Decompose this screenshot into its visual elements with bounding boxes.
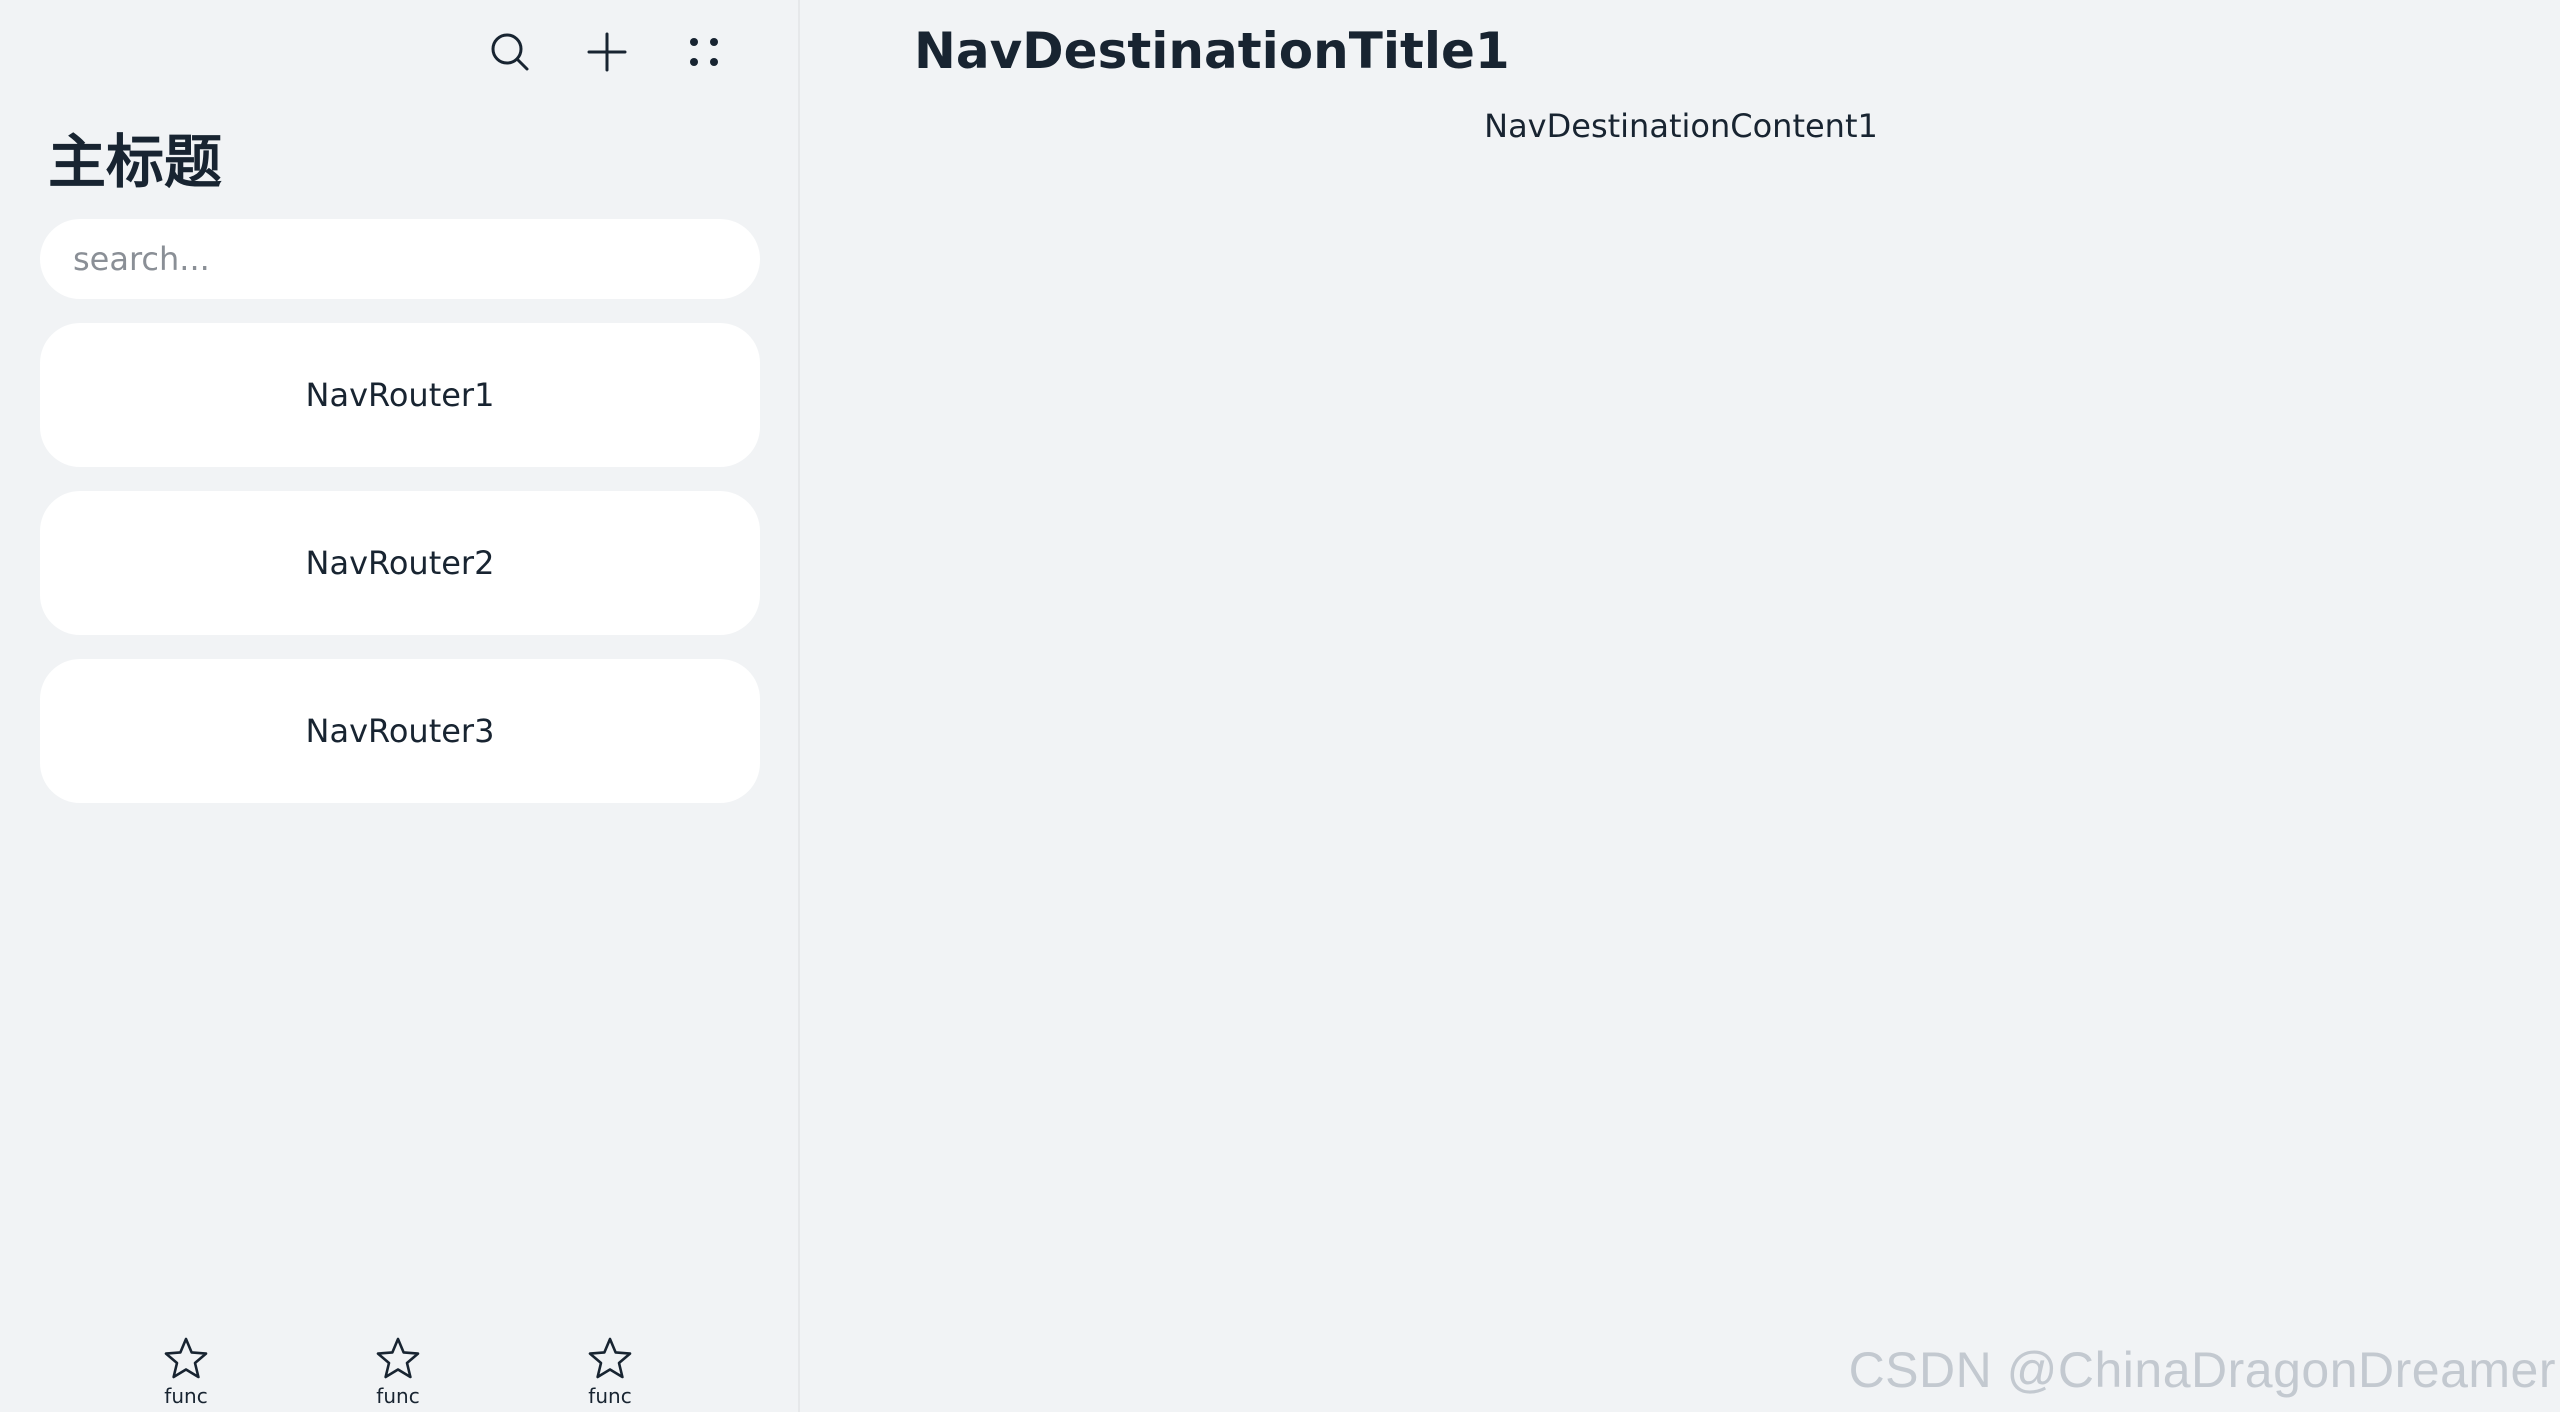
toolbar-item-func-2[interactable]: func: [338, 1336, 458, 1412]
nav-router-label: NavRouter2: [305, 544, 495, 582]
star-icon: [376, 1337, 420, 1379]
toolbar-item-label: func: [376, 1384, 420, 1408]
star-icon: [164, 1337, 208, 1379]
search-icon: [491, 33, 529, 71]
nav-router-1[interactable]: NavRouter1: [40, 323, 760, 467]
toolbar-item-label: func: [588, 1384, 632, 1408]
navigation-panel: 主标题 NavRouter1 NavRouter2 NavRouter3 fun…: [0, 0, 800, 1412]
more-dots-icon: [690, 38, 718, 66]
page-title: 主标题: [48, 128, 223, 196]
more-menu-button[interactable]: [672, 20, 736, 84]
destination-content: NavDestinationContent1: [1484, 107, 1878, 145]
nav-router-3[interactable]: NavRouter3: [40, 659, 760, 803]
plus-icon: [587, 32, 627, 72]
menu-bar: [0, 0, 800, 100]
search-bar[interactable]: [40, 219, 760, 299]
nav-destination-panel: NavDestinationTitle1 NavDestinationConte…: [802, 0, 2560, 1412]
watermark: CSDN @ChinaDragonDreamer: [1848, 1342, 2556, 1398]
search-input[interactable]: [71, 239, 711, 279]
toolbar-item-func-1[interactable]: func: [126, 1336, 246, 1412]
toolbar: func func func: [0, 1326, 800, 1412]
toolbar-item-func-3[interactable]: func: [550, 1336, 670, 1412]
nav-router-2[interactable]: NavRouter2: [40, 491, 760, 635]
nav-router-label: NavRouter1: [305, 376, 495, 414]
destination-title: NavDestinationTitle1: [914, 22, 1510, 80]
add-menu-button[interactable]: [575, 20, 639, 84]
search-menu-button[interactable]: [478, 20, 542, 84]
toolbar-item-label: func: [164, 1384, 208, 1408]
nav-router-label: NavRouter3: [305, 712, 495, 750]
star-icon: [588, 1337, 632, 1379]
app-root: 主标题 NavRouter1 NavRouter2 NavRouter3 fun…: [0, 0, 2560, 1412]
